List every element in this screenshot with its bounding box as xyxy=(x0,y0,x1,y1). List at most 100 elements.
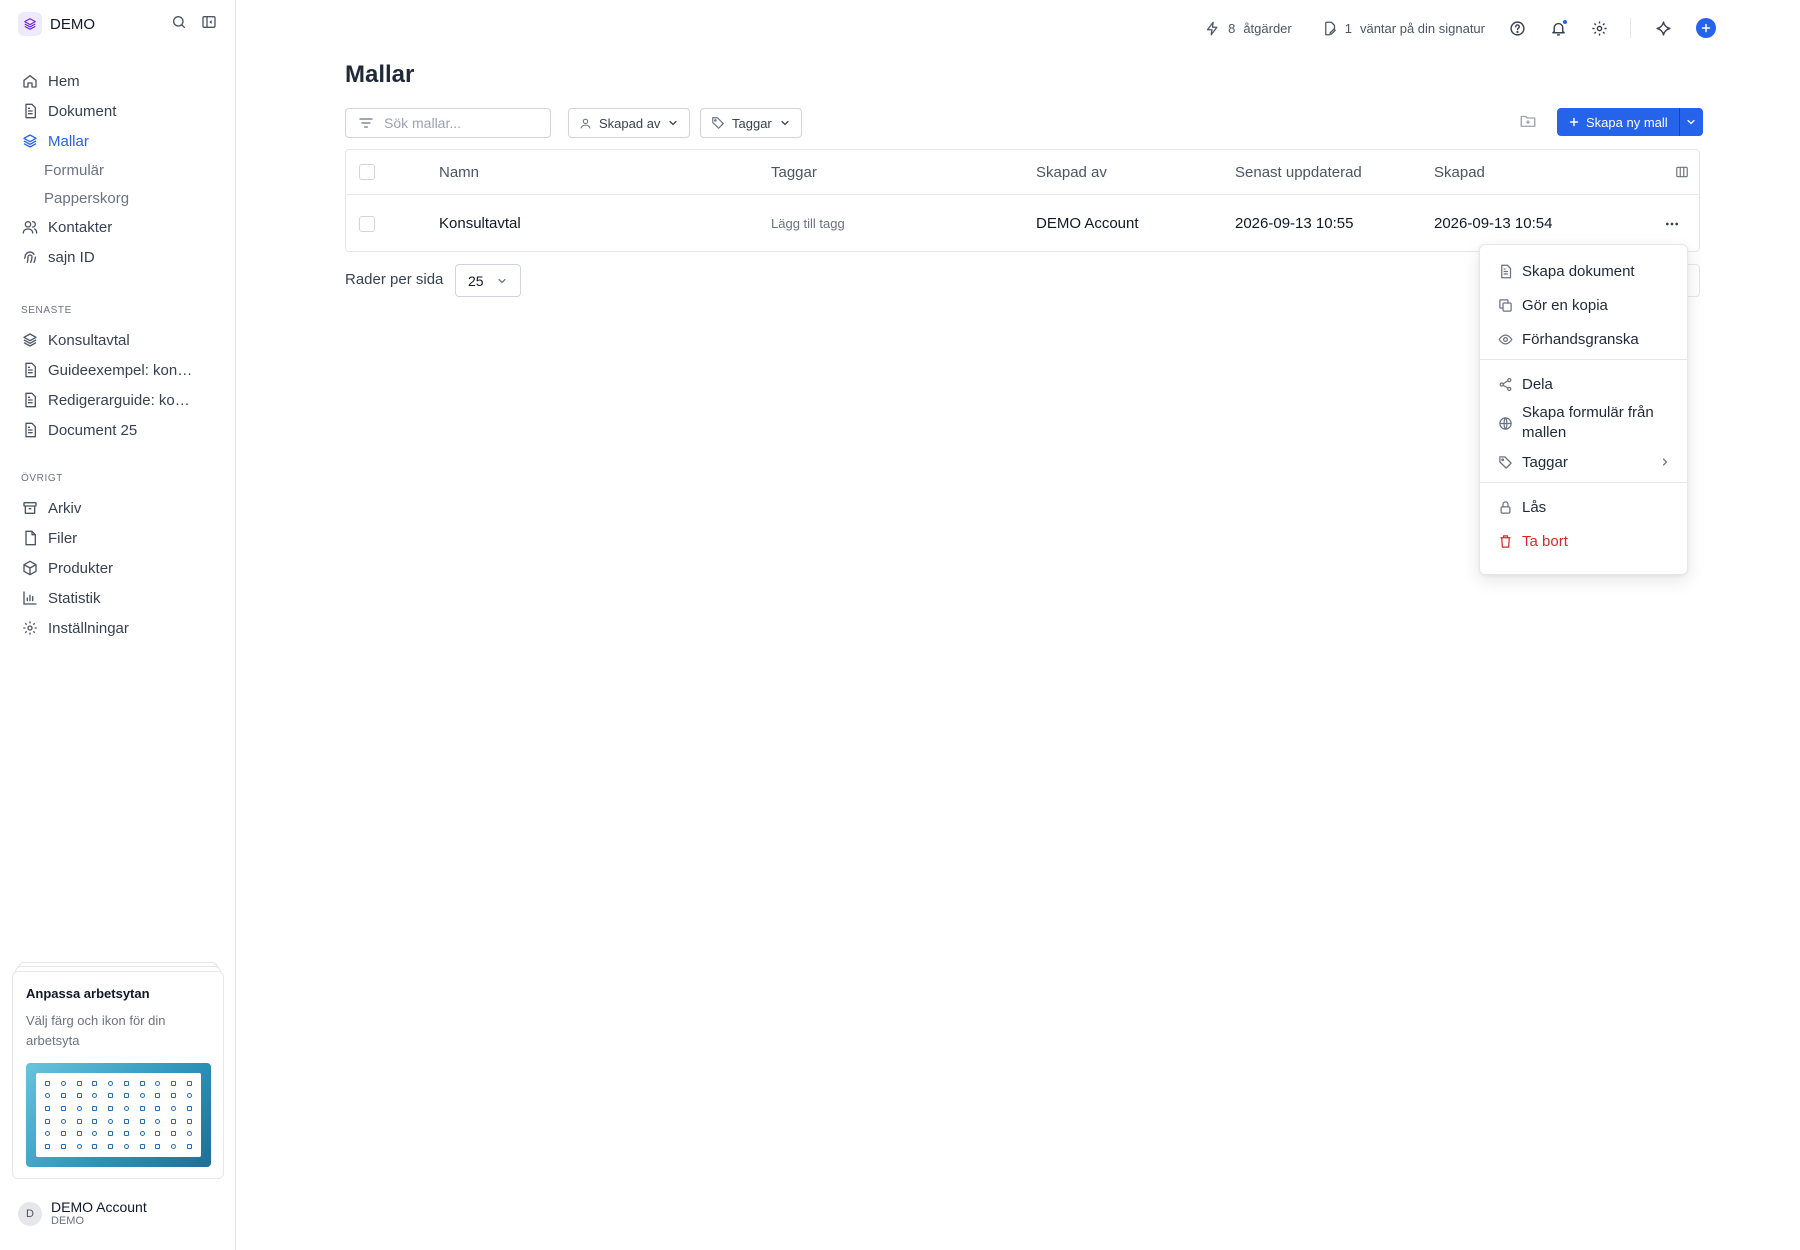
actions-label: åtgärder xyxy=(1243,20,1292,36)
chevron-down-icon xyxy=(496,275,508,287)
illustration-glyph-icon xyxy=(76,1106,82,1112)
column-header-created[interactable]: Skapad xyxy=(1434,150,1485,194)
nav-item-hem[interactable]: Hem xyxy=(14,66,222,96)
illustration-glyph-icon xyxy=(76,1144,82,1150)
search-input[interactable] xyxy=(384,115,534,131)
select-all-checkbox[interactable] xyxy=(359,164,375,180)
recent-item-label: Konsultavtal xyxy=(48,331,130,349)
nav-item-kontakter[interactable]: Kontakter xyxy=(14,212,222,242)
illustration-glyph-icon xyxy=(45,1144,51,1150)
box-icon xyxy=(21,559,39,577)
nav-sub-formular[interactable]: Formulär xyxy=(14,156,222,184)
customize-workspace-card[interactable]: Anpassa arbetsytan Välj färg och ikon fö… xyxy=(12,971,224,1179)
nav-item-installningar[interactable]: Inställningar xyxy=(14,613,222,643)
column-header-created-by[interactable]: Skapad av xyxy=(1036,150,1107,194)
menu-item-delete[interactable]: Ta bort xyxy=(1480,524,1687,558)
illustration-glyph-icon xyxy=(76,1131,82,1137)
illustration-glyph-icon xyxy=(108,1106,114,1112)
column-header-tags[interactable]: Taggar xyxy=(771,150,817,194)
sparkle-icon[interactable] xyxy=(1655,20,1672,37)
globe-icon xyxy=(1497,415,1513,431)
illustration-glyph-icon xyxy=(61,1131,67,1137)
search-icon[interactable] xyxy=(171,14,187,30)
chevron-right-icon xyxy=(1659,456,1671,468)
chevron-down-icon xyxy=(667,117,679,129)
nav-item-dokument[interactable]: Dokument xyxy=(14,96,222,126)
nav-item-label: Hem xyxy=(48,72,80,90)
create-new-icon[interactable] xyxy=(1696,18,1716,38)
topbar: 8 åtgärder 1 väntar på din signatur xyxy=(1175,16,1716,40)
gear-icon[interactable] xyxy=(1591,20,1608,37)
copy-icon xyxy=(1497,297,1513,313)
nav-item-label: Produkter xyxy=(48,559,114,577)
help-icon[interactable] xyxy=(1509,20,1526,37)
workspace-switcher[interactable]: DEMO xyxy=(18,12,95,36)
recent-item-label: Document 25 xyxy=(48,421,138,439)
row-name[interactable]: Konsultavtal xyxy=(439,195,521,252)
nav-item-label: Arkiv xyxy=(48,499,82,517)
other-heading: ÖVRIGT xyxy=(21,472,63,484)
create-template-dropdown[interactable] xyxy=(1678,108,1703,136)
recent-item-label: Guideexempel: konsultavtal xyxy=(48,361,198,379)
nav-item-label: Kontakter xyxy=(48,218,113,236)
created-by-filter-button[interactable]: Skapad av xyxy=(568,108,691,138)
nav-item-mallar[interactable]: Mallar xyxy=(14,126,222,156)
illustration-glyph-icon xyxy=(155,1080,161,1086)
column-header-name[interactable]: Namn xyxy=(439,150,479,194)
recent-item-guideexempel[interactable]: Guideexempel: konsultavtal xyxy=(14,355,222,385)
account-name: DEMO Account xyxy=(51,1199,147,1215)
row-checkbox[interactable] xyxy=(359,215,375,232)
illustration-glyph-icon xyxy=(92,1093,98,1099)
collapse-sidebar-icon[interactable] xyxy=(201,14,217,30)
rows-per-page-select[interactable]: 25 xyxy=(455,264,521,297)
column-header-updated[interactable]: Senast uppdaterad xyxy=(1235,150,1362,194)
menu-item-share[interactable]: Dela xyxy=(1480,367,1687,401)
nav-sub-papperskorg[interactable]: Papperskorg xyxy=(14,184,222,212)
nav-item-filer[interactable]: Filer xyxy=(14,523,222,553)
illustration-glyph-icon xyxy=(92,1118,98,1124)
create-template-button[interactable]: Skapa ny mall xyxy=(1557,108,1679,136)
recent-item-document-25[interactable]: Document 25 xyxy=(14,415,222,445)
illustration-glyph-icon xyxy=(139,1131,145,1137)
bell-icon[interactable] xyxy=(1550,18,1568,37)
new-folder-icon[interactable] xyxy=(1519,112,1537,130)
account-menu[interactable]: D DEMO Account DEMO xyxy=(18,1200,147,1227)
menu-item-create-form[interactable]: Skapa formulär från mallen xyxy=(1480,401,1687,445)
recent-item-redigerarguide[interactable]: Redigerarguide: konsultavtal xyxy=(14,385,222,415)
menu-item-copy[interactable]: Gör en kopia xyxy=(1480,288,1687,322)
lightning-icon xyxy=(1205,21,1220,36)
illustration-glyph-icon xyxy=(45,1080,51,1086)
actions-link[interactable]: 8 åtgärder xyxy=(1205,21,1292,36)
menu-item-create-document[interactable]: Skapa dokument xyxy=(1480,254,1687,288)
nav-item-label: Inställningar xyxy=(48,619,129,637)
page-title: Mallar xyxy=(345,61,415,88)
signatures-link[interactable]: 1 väntar på din signatur xyxy=(1322,21,1485,36)
menu-item-lock[interactable]: Lås xyxy=(1480,490,1687,524)
recent-item-konsultavtal[interactable]: Konsultavtal xyxy=(14,325,222,355)
nav-item-statistik[interactable]: Statistik xyxy=(14,583,222,613)
illustration-glyph-icon xyxy=(123,1144,129,1150)
nav-item-label: Mallar xyxy=(48,132,89,150)
menu-item-preview[interactable]: Förhandsgranska xyxy=(1480,322,1687,356)
row-actions-menu: Skapa dokument Gör en kopia Förhandsgran… xyxy=(1479,244,1688,575)
illustration-glyph-icon xyxy=(123,1106,129,1112)
document-icon xyxy=(21,102,39,120)
menu-item-tags[interactable]: Taggar xyxy=(1480,445,1687,479)
illustration-glyph-icon xyxy=(45,1131,51,1137)
add-tag-link[interactable]: Lägg till tagg xyxy=(771,195,845,252)
illustration-glyph-icon xyxy=(92,1106,98,1112)
nav-item-arkiv[interactable]: Arkiv xyxy=(14,493,222,523)
plus-icon xyxy=(1568,116,1580,128)
document-icon xyxy=(21,391,39,409)
illustration-glyph-icon xyxy=(139,1118,145,1124)
illustration-glyph-icon xyxy=(123,1093,129,1099)
menu-item-label: Ta bort xyxy=(1522,532,1568,550)
rows-per-page-value: 25 xyxy=(468,272,484,289)
nav-item-label: Dokument xyxy=(48,102,117,120)
illustration-glyph-icon xyxy=(108,1093,114,1099)
nav-item-produkter[interactable]: Produkter xyxy=(14,553,222,583)
illustration-glyph-icon xyxy=(155,1093,161,1099)
nav-item-sajn-id[interactable]: sajn ID xyxy=(14,242,222,272)
columns-toggle-icon[interactable] xyxy=(1675,150,1689,194)
tags-filter-button[interactable]: Taggar xyxy=(700,108,802,138)
